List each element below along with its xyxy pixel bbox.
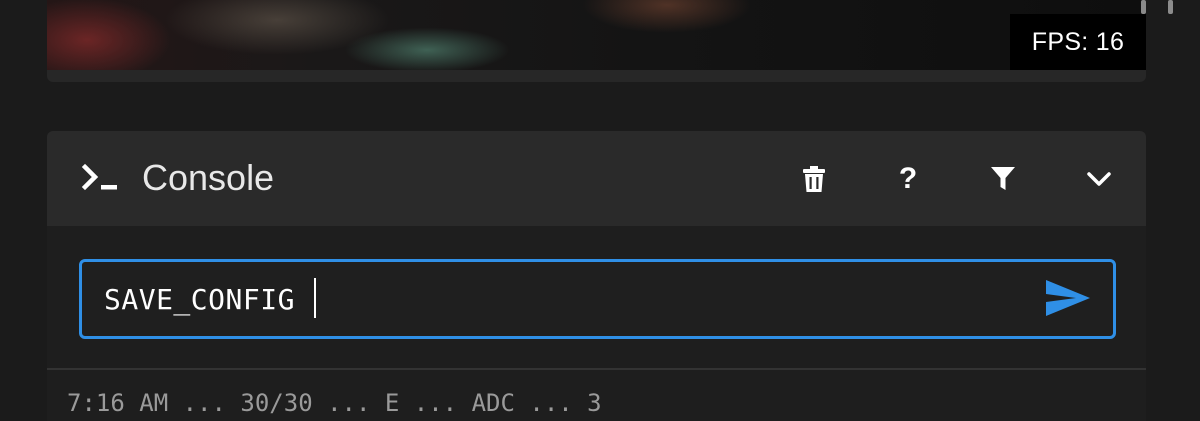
camera-card: FPS: 16 bbox=[47, 0, 1146, 82]
help-button[interactable]: ? bbox=[886, 157, 930, 201]
console-panel: Console ? SAVE_CONFIG 7:16 AM ... 30/30 … bbox=[47, 131, 1146, 421]
camera-feed-image: FPS: 16 bbox=[47, 0, 1146, 70]
filter-icon bbox=[991, 167, 1015, 190]
console-divider bbox=[47, 368, 1146, 370]
camera-scroll-thumb[interactable] bbox=[1141, 0, 1146, 14]
help-icon: ? bbox=[898, 162, 918, 195]
collapse-button[interactable] bbox=[1077, 157, 1121, 201]
page-scrollbar[interactable] bbox=[1168, 0, 1173, 14]
chevron-down-icon bbox=[1087, 172, 1111, 186]
send-icon bbox=[1046, 280, 1090, 316]
console-title: Console bbox=[142, 157, 275, 198]
trash-icon bbox=[803, 166, 825, 192]
console-header[interactable]: Console ? bbox=[47, 131, 1146, 226]
fps-badge: FPS: 16 bbox=[1010, 14, 1146, 70]
filter-button[interactable] bbox=[981, 157, 1025, 201]
terminal-prompt-icon bbox=[81, 163, 117, 191]
text-caret bbox=[314, 278, 316, 318]
clear-console-button[interactable] bbox=[792, 157, 836, 201]
command-input-box[interactable] bbox=[79, 259, 1116, 339]
console-log-line: 7:16 AM ... 30/30 ... E ... ADC ... 3 bbox=[67, 389, 602, 417]
send-button[interactable] bbox=[1045, 278, 1091, 318]
command-input[interactable] bbox=[102, 274, 1006, 324]
